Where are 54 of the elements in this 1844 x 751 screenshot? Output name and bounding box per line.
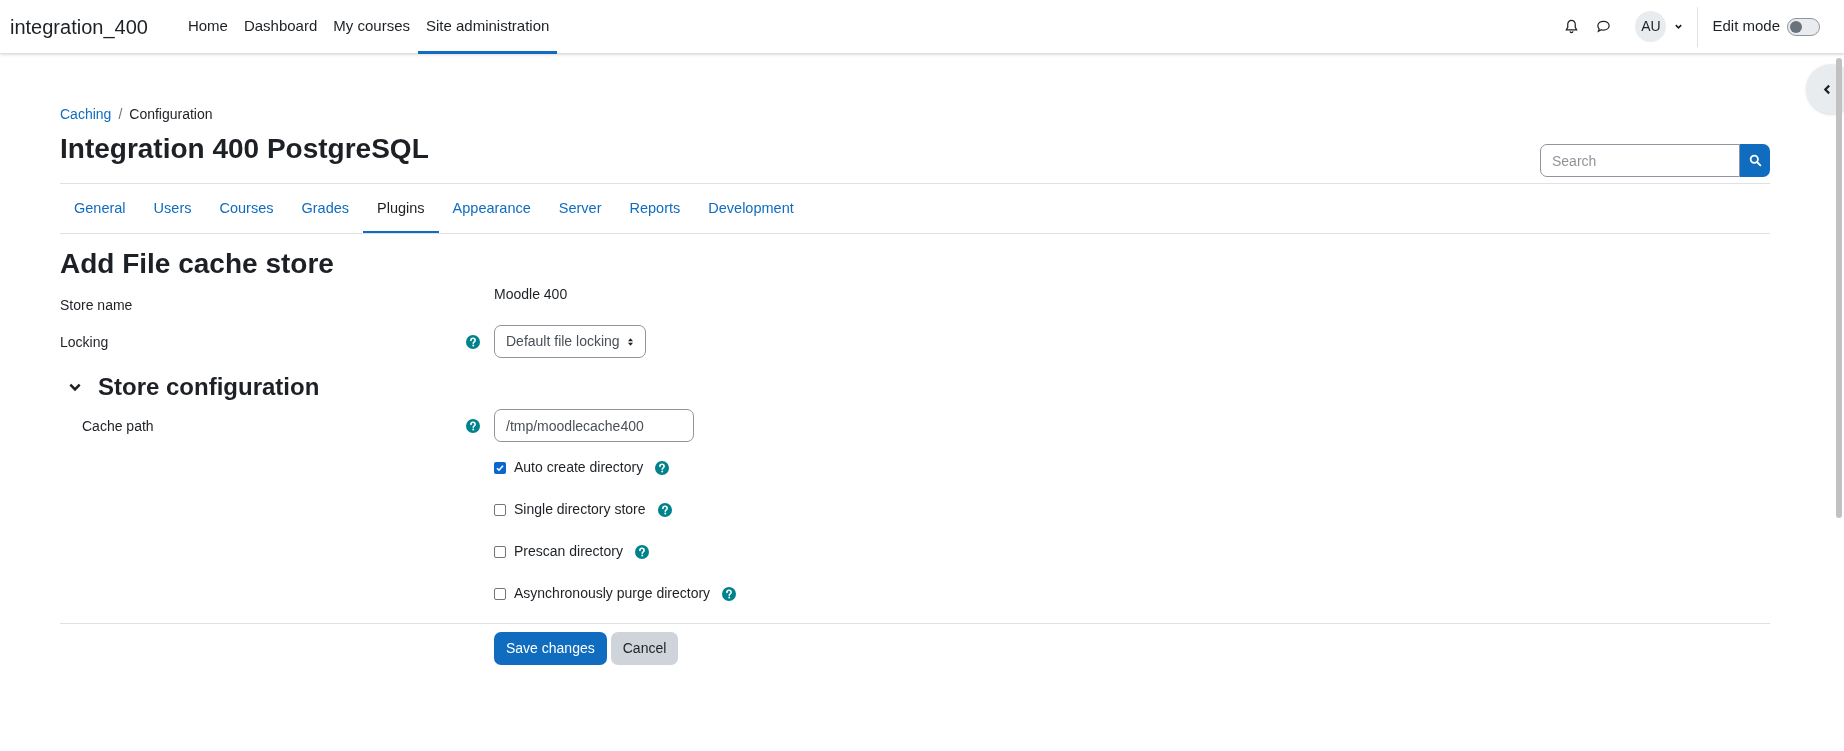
field-value: Moodle 400 <box>494 285 568 304</box>
field-label: Store name <box>60 296 133 315</box>
help-icon[interactable] <box>634 544 649 559</box>
nav-tab[interactable]: Reports <box>615 184 695 233</box>
checkbox[interactable] <box>494 587 506 600</box>
search-icon[interactable] <box>1748 154 1762 167</box>
sort-arrows-icon[interactable] <box>626 336 634 347</box>
chevron-left-icon[interactable] <box>1822 83 1833 95</box>
site-name[interactable]: integration_400 <box>10 11 148 42</box>
checkbox-label[interactable]: Asynchronously purge directory <box>514 583 711 604</box>
help-icon[interactable] <box>722 586 737 601</box>
search-field[interactable]: Search <box>1540 144 1740 177</box>
breadcrumb-item[interactable]: Caching <box>60 103 112 125</box>
help-icon[interactable] <box>655 460 670 475</box>
checkbox[interactable] <box>494 503 506 516</box>
checkbox[interactable] <box>494 461 506 474</box>
save-button[interactable]: Save changes <box>494 632 607 665</box>
nav-tab[interactable]: Development <box>694 184 808 233</box>
user-avatar[interactable]: AU <box>1635 11 1667 42</box>
nav-link[interactable]: My courses <box>325 0 418 54</box>
nav-link[interactable]: Site administration <box>418 0 558 54</box>
section-heading[interactable]: Store configuration <box>98 369 320 405</box>
breadcrumb-separator: / <box>118 104 123 124</box>
page-title: Integration 400 PostgreSQL <box>60 135 429 166</box>
field-label: Locking <box>60 333 109 352</box>
checkbox-label[interactable]: Single directory store <box>514 499 646 520</box>
help-icon[interactable] <box>466 335 480 349</box>
chat-icon[interactable] <box>1596 19 1612 34</box>
form-heading: Add File cache store <box>60 247 335 281</box>
scrollbar-thumb[interactable] <box>1836 58 1842 518</box>
nav-tab[interactable]: Users <box>139 184 206 233</box>
search-button[interactable] <box>1740 144 1770 177</box>
field-label: Cache path <box>82 417 154 436</box>
help-icon[interactable] <box>466 419 480 433</box>
cache-path-field[interactable]: /tmp/moodlecache400 <box>494 409 694 442</box>
nav-tab[interactable]: Grades <box>287 184 364 233</box>
help-icon[interactable] <box>657 502 672 517</box>
nav-link[interactable]: Dashboard <box>235 0 326 54</box>
checkbox[interactable] <box>494 545 506 558</box>
nav-tab[interactable]: Server <box>544 184 616 233</box>
nav-tab[interactable]: General <box>60 184 140 233</box>
checkbox-label[interactable]: Auto create directory <box>514 457 644 478</box>
breadcrumb-item: Configuration <box>129 104 213 124</box>
nav-link[interactable]: Home <box>179 0 236 54</box>
cancel-button[interactable]: Cancel <box>610 632 679 665</box>
edit-mode-label: Edit mode <box>1712 16 1780 37</box>
checkbox-label[interactable]: Prescan directory <box>514 541 623 562</box>
bell-icon[interactable] <box>1564 19 1580 34</box>
nav-tab[interactable]: Plugins <box>363 184 439 233</box>
nav-tab[interactable]: Courses <box>205 184 288 233</box>
caret-icon[interactable] <box>1674 22 1684 31</box>
nav-tab[interactable]: Appearance <box>438 184 545 233</box>
locking-select[interactable]: Default file locking <box>494 325 646 358</box>
edit-mode-toggle[interactable] <box>1787 17 1820 36</box>
